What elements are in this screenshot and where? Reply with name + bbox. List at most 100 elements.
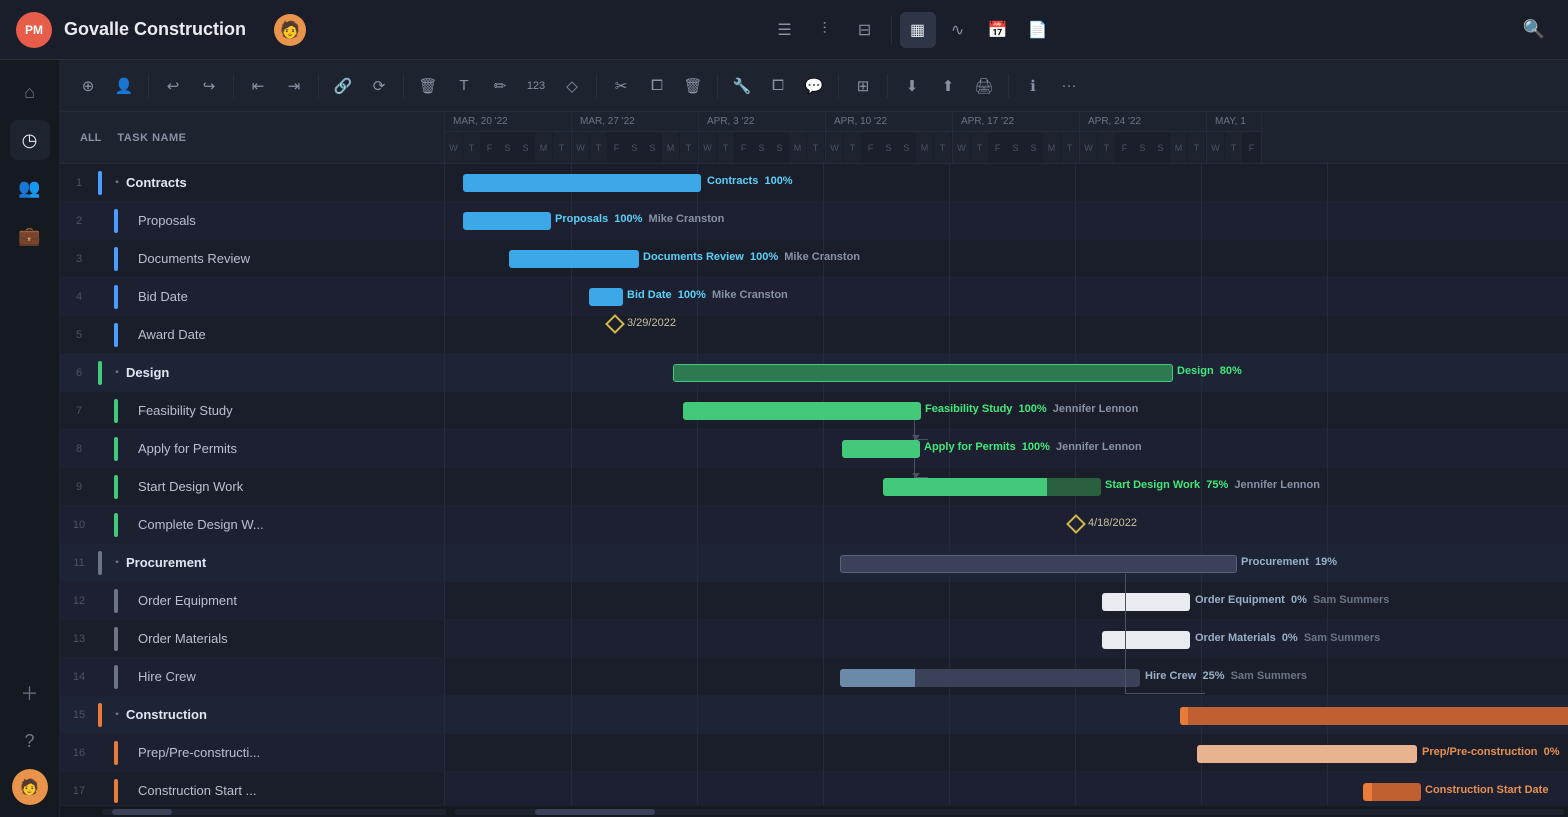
day-W: W bbox=[953, 132, 971, 163]
gantt-bar-label-feasibility: Feasibility Study 100% Jennifer Lennon bbox=[925, 403, 1138, 415]
gantt-bar-design[interactable] bbox=[673, 364, 1173, 382]
row-task-name: Order Equipment bbox=[138, 593, 444, 608]
gantt-bar-hire-crew[interactable] bbox=[840, 669, 1140, 687]
sidebar-item-add[interactable]: ＋ bbox=[10, 673, 50, 713]
all-filter-btn[interactable]: ALL bbox=[72, 128, 109, 148]
gantt-left-header: ALL TASK NAME bbox=[60, 112, 445, 163]
gantt-timeline-header: MAR, 20 '22 WTFSSMT MAR, 27 '22 WTFSSMT … bbox=[445, 112, 1568, 163]
sidebar-item-help[interactable]: ? bbox=[10, 721, 50, 761]
tool-link[interactable]: 🔗 bbox=[327, 70, 359, 102]
tool-delete2[interactable]: 🗑 bbox=[677, 70, 709, 102]
topbar-grid-btn[interactable]: ⊟ bbox=[847, 12, 883, 48]
tool-sep7 bbox=[838, 74, 839, 98]
tool-redo[interactable]: ↪ bbox=[193, 70, 225, 102]
gantt-bar-order-materials[interactable] bbox=[1102, 631, 1190, 649]
row-number: 16 bbox=[60, 747, 98, 759]
gantt-bar-order-equipment[interactable] bbox=[1102, 593, 1190, 611]
row-expand-btn[interactable]: ▪ bbox=[108, 709, 126, 720]
gantt-bar-procurement[interactable] bbox=[840, 555, 1237, 573]
gantt-bar-construction-start[interactable] bbox=[1363, 783, 1421, 801]
gantt-bar-prep[interactable] bbox=[1197, 745, 1417, 763]
row-expand-btn[interactable]: ▪ bbox=[108, 557, 126, 568]
user-avatar-topbar[interactable]: 🧑 bbox=[274, 14, 306, 46]
row-number: 3 bbox=[60, 253, 98, 265]
row-expand-btn[interactable]: ▪ bbox=[108, 177, 126, 188]
tool-user[interactable]: 👤 bbox=[108, 70, 140, 102]
topbar-doc-btn[interactable]: 📄 bbox=[1020, 12, 1056, 48]
tool-sep6 bbox=[717, 74, 718, 98]
tool-shape[interactable]: ◇ bbox=[556, 70, 588, 102]
tool-more[interactable]: ··· bbox=[1053, 70, 1085, 102]
row-number: 7 bbox=[60, 405, 98, 417]
tool-indent-right[interactable]: ⇥ bbox=[278, 70, 310, 102]
topbar-calendar-btn[interactable]: 📅 bbox=[980, 12, 1016, 48]
gantt-bar-construction[interactable] bbox=[1180, 707, 1568, 725]
tool-add[interactable]: ⊕ bbox=[72, 70, 104, 102]
row-task-name: Bid Date bbox=[138, 289, 444, 304]
gantt-bar-docs-review[interactable] bbox=[509, 250, 639, 268]
sidebar-item-recent[interactable]: ◷ bbox=[10, 120, 50, 160]
gantt-header: ALL TASK NAME MAR, 20 '22 WTFSSMT MAR, 2… bbox=[60, 112, 1568, 164]
tool-download[interactable]: ⬇ bbox=[896, 70, 928, 102]
tool-delete[interactable]: 🗑 bbox=[412, 70, 444, 102]
gantt-bar-proposals[interactable] bbox=[463, 212, 551, 230]
tool-123[interactable]: 123 bbox=[520, 70, 552, 102]
tool-cut[interactable]: ✂ bbox=[605, 70, 637, 102]
search-btn[interactable]: 🔍 bbox=[1516, 12, 1552, 48]
tool-copy[interactable]: ⧠ bbox=[641, 70, 673, 102]
table-row: 9 Start Design Work bbox=[60, 468, 444, 506]
day-S2: S bbox=[898, 132, 916, 163]
scrollbar-thumb-right[interactable] bbox=[535, 809, 655, 815]
row-task-name: Contracts bbox=[126, 175, 444, 190]
table-row: 17 Construction Start ... bbox=[60, 772, 444, 805]
tool-draw[interactable]: ✏ bbox=[484, 70, 516, 102]
group-color-dot bbox=[98, 171, 102, 195]
row-number: 10 bbox=[60, 519, 98, 531]
gantt-bar-label-proposals: Proposals 100% Mike Cranston bbox=[555, 213, 724, 225]
gantt-bar-contracts[interactable] bbox=[463, 174, 701, 192]
table-row: 5 Award Date bbox=[60, 316, 444, 354]
scrollbar-track[interactable] bbox=[102, 809, 447, 815]
gantt-bar-feasibility[interactable] bbox=[683, 402, 921, 420]
row-expand-btn[interactable]: ▪ bbox=[108, 367, 126, 378]
day-W: W bbox=[572, 132, 590, 163]
tool-upload[interactable]: ⬆ bbox=[932, 70, 964, 102]
day-F: F bbox=[862, 132, 880, 163]
bottom-scrollbar[interactable] bbox=[60, 805, 1568, 817]
tool-info[interactable]: ℹ bbox=[1017, 70, 1049, 102]
row-task-name: Documents Review bbox=[138, 251, 444, 266]
tool-indent-left[interactable]: ⇤ bbox=[242, 70, 274, 102]
tool-wrench[interactable]: 🔧 bbox=[726, 70, 758, 102]
tool-comment[interactable]: 💬 bbox=[798, 70, 830, 102]
day-M: M bbox=[535, 132, 553, 163]
scrollbar-track-right[interactable] bbox=[455, 809, 1564, 815]
topbar-gantt-btn[interactable]: ▦ bbox=[900, 12, 936, 48]
topbar-list-btn[interactable]: ☰ bbox=[767, 12, 803, 48]
day-F: F bbox=[1243, 132, 1261, 163]
day-S: S bbox=[626, 132, 644, 163]
day-T: T bbox=[717, 132, 735, 163]
topbar: PM Govalle Construction 🧑 ☰ ⫶ ⊟ ▦ ∿ 📅 📄 … bbox=[0, 0, 1568, 60]
tool-undo[interactable]: ↩ bbox=[157, 70, 189, 102]
day-T: T bbox=[463, 132, 481, 163]
day-S2: S bbox=[517, 132, 535, 163]
tool-text[interactable]: T bbox=[448, 70, 480, 102]
tool-columns[interactable]: ⊞ bbox=[847, 70, 879, 102]
tool-dependency[interactable]: ⟳ bbox=[363, 70, 395, 102]
day-T2: T bbox=[553, 132, 571, 163]
sidebar-user-avatar[interactable]: 🧑 bbox=[12, 769, 48, 805]
tool-print[interactable]: 🖨 bbox=[968, 70, 1000, 102]
topbar-bar-btn[interactable]: ⫶ bbox=[807, 12, 843, 48]
tool-box[interactable]: ⧠ bbox=[762, 70, 794, 102]
sidebar-item-work[interactable]: 💼 bbox=[10, 216, 50, 256]
gantt-bar-label-construction-start: Construction Start Date bbox=[1425, 784, 1548, 796]
gantt-bar-start-design[interactable] bbox=[883, 478, 1101, 496]
milestone-label-complete-design: 4/18/2022 bbox=[1088, 517, 1137, 529]
sidebar-item-home[interactable]: ⌂ bbox=[10, 72, 50, 112]
gantt-bar-bid-date[interactable] bbox=[589, 288, 623, 306]
topbar-activity-btn[interactable]: ∿ bbox=[940, 12, 976, 48]
sidebar-item-people[interactable]: 👥 bbox=[10, 168, 50, 208]
scrollbar-thumb-left[interactable] bbox=[112, 809, 172, 815]
gantt-bar-permits[interactable] bbox=[842, 440, 920, 458]
milestone-complete-design bbox=[1069, 517, 1083, 531]
